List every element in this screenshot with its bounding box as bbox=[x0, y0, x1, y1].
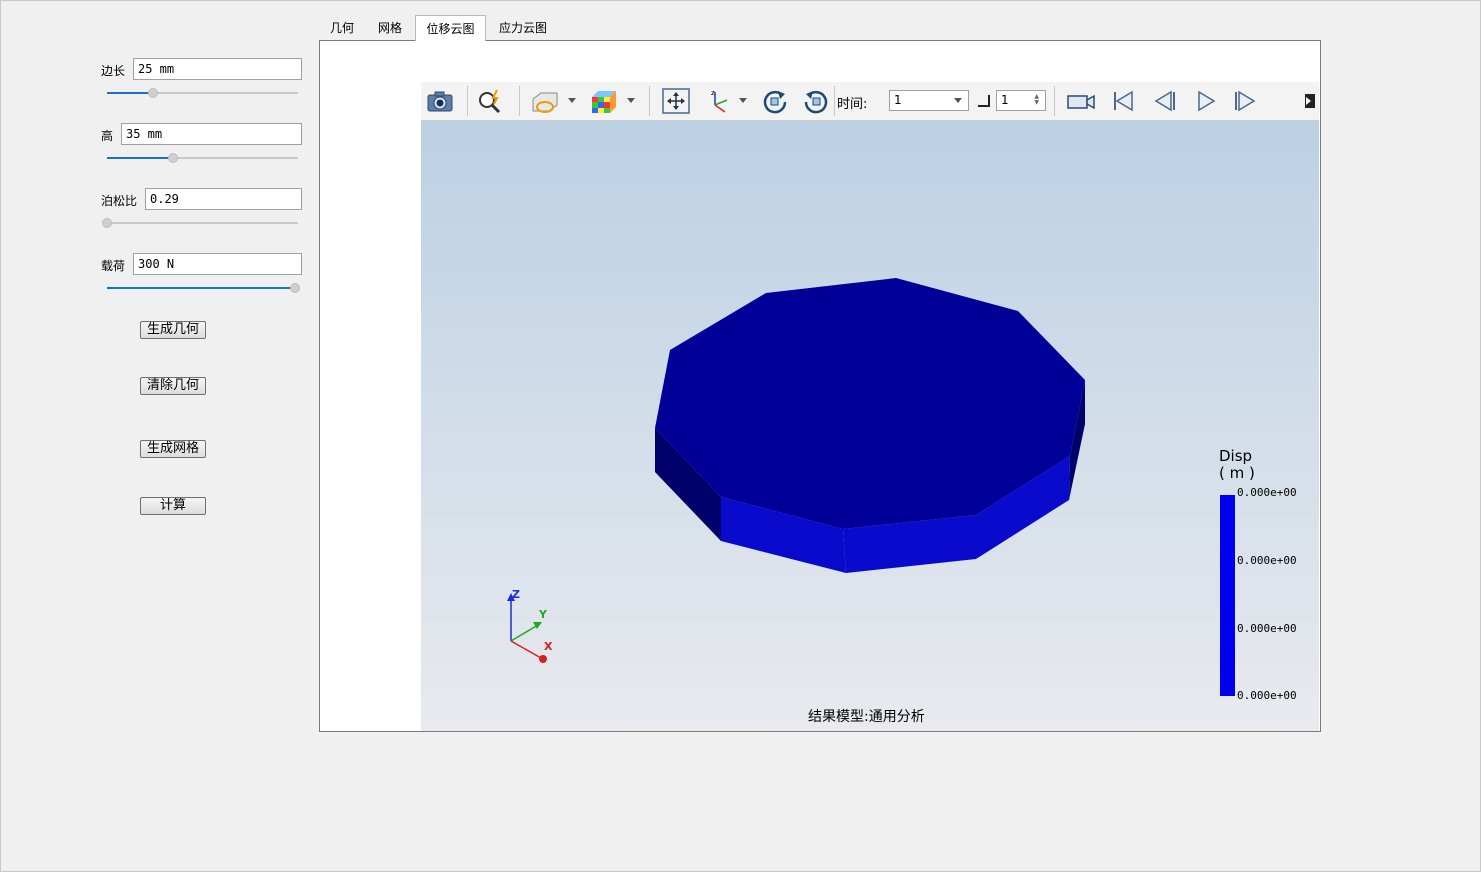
height-label: 高 bbox=[101, 129, 114, 143]
tab-displacement-contour[interactable]: 位移云图 bbox=[415, 15, 486, 41]
previous-frame-icon[interactable] bbox=[1149, 87, 1179, 115]
rotate-cw-icon[interactable] bbox=[760, 87, 790, 115]
color-cube-icon[interactable] bbox=[588, 87, 618, 115]
axis-view-icon[interactable]: z bbox=[703, 87, 733, 115]
slider-handle[interactable] bbox=[148, 88, 158, 98]
poisson-ratio-slider[interactable] bbox=[102, 218, 298, 228]
step-spinbox[interactable]: 1 ▲ ▼ bbox=[996, 90, 1046, 111]
slider-handle[interactable] bbox=[168, 153, 178, 163]
legend-color-bar bbox=[1220, 495, 1235, 696]
edge-length-label: 边长 bbox=[101, 64, 126, 78]
next-frame-icon[interactable] bbox=[1231, 87, 1261, 115]
legend-value: 0.000e+00 bbox=[1237, 486, 1297, 499]
result-model-caption: 结果模型:通用分析 bbox=[808, 709, 925, 725]
triad-x-label: X bbox=[544, 640, 553, 653]
edge-length-input[interactable]: 25 mm bbox=[133, 58, 302, 80]
step-value: 1 bbox=[1001, 93, 1009, 107]
viewer-toolbar: z 时间: 1 1 ▲ ▼ bbox=[421, 82, 1319, 121]
edge-length-slider[interactable] bbox=[107, 88, 298, 98]
poisson-ratio-input[interactable]: 0.29 bbox=[145, 188, 302, 210]
triad-y-label: Y bbox=[539, 608, 547, 621]
height-input[interactable]: 35 mm bbox=[121, 123, 302, 145]
legend-unit: ( m ) bbox=[1219, 464, 1255, 482]
compute-button[interactable]: 计算 bbox=[140, 497, 206, 515]
tab-mesh[interactable]: 网格 bbox=[372, 17, 408, 40]
clear-geometry-button[interactable]: 清除几何 bbox=[140, 377, 206, 395]
tab-stress-contour[interactable]: 应力云图 bbox=[494, 17, 552, 40]
rotate-ccw-icon[interactable] bbox=[801, 87, 831, 115]
time-label: 时间: bbox=[837, 97, 868, 112]
3d-viewport[interactable]: Z Y X Disp ( m ) 0.000e+00 0.000e+00 0.0… bbox=[421, 121, 1319, 731]
legend-title: Disp bbox=[1219, 447, 1253, 465]
display-mode-icon[interactable] bbox=[529, 87, 559, 115]
legend-value: 0.000e+00 bbox=[1237, 554, 1297, 567]
first-frame-icon[interactable] bbox=[1108, 87, 1138, 115]
triad-z-label: Z bbox=[512, 588, 520, 601]
tab-geometry[interactable]: 几何 bbox=[324, 17, 360, 40]
video-record-icon[interactable] bbox=[1065, 87, 1095, 115]
zoom-fit-icon[interactable] bbox=[475, 87, 505, 115]
time-select[interactable]: 1 bbox=[889, 90, 969, 111]
fit-view-icon[interactable] bbox=[661, 87, 691, 115]
svg-text:z: z bbox=[711, 89, 715, 97]
slider-handle[interactable] bbox=[290, 283, 300, 293]
height-slider[interactable] bbox=[107, 153, 298, 163]
chevron-down-icon bbox=[954, 98, 962, 103]
spin-arrows-icon[interactable]: ▲ ▼ bbox=[1034, 94, 1039, 106]
legend-value: 0.000e+00 bbox=[1237, 622, 1297, 635]
slider-handle[interactable] bbox=[102, 218, 112, 228]
load-label: 载荷 bbox=[101, 259, 126, 273]
generate-geometry-button[interactable]: 生成几何 bbox=[140, 321, 206, 339]
camera-icon[interactable] bbox=[425, 87, 455, 115]
time-select-value: 1 bbox=[894, 93, 902, 107]
poisson-ratio-label: 泊松比 bbox=[101, 194, 138, 208]
play-icon[interactable] bbox=[1191, 87, 1221, 115]
load-slider[interactable] bbox=[107, 283, 300, 293]
legend-value: 0.000e+00 bbox=[1237, 689, 1297, 702]
step-icon bbox=[978, 95, 990, 107]
load-input[interactable]: 300 N bbox=[133, 253, 302, 275]
toolbar-overflow-icon[interactable] bbox=[1297, 87, 1317, 115]
generate-mesh-button[interactable]: 生成网格 bbox=[140, 440, 206, 458]
